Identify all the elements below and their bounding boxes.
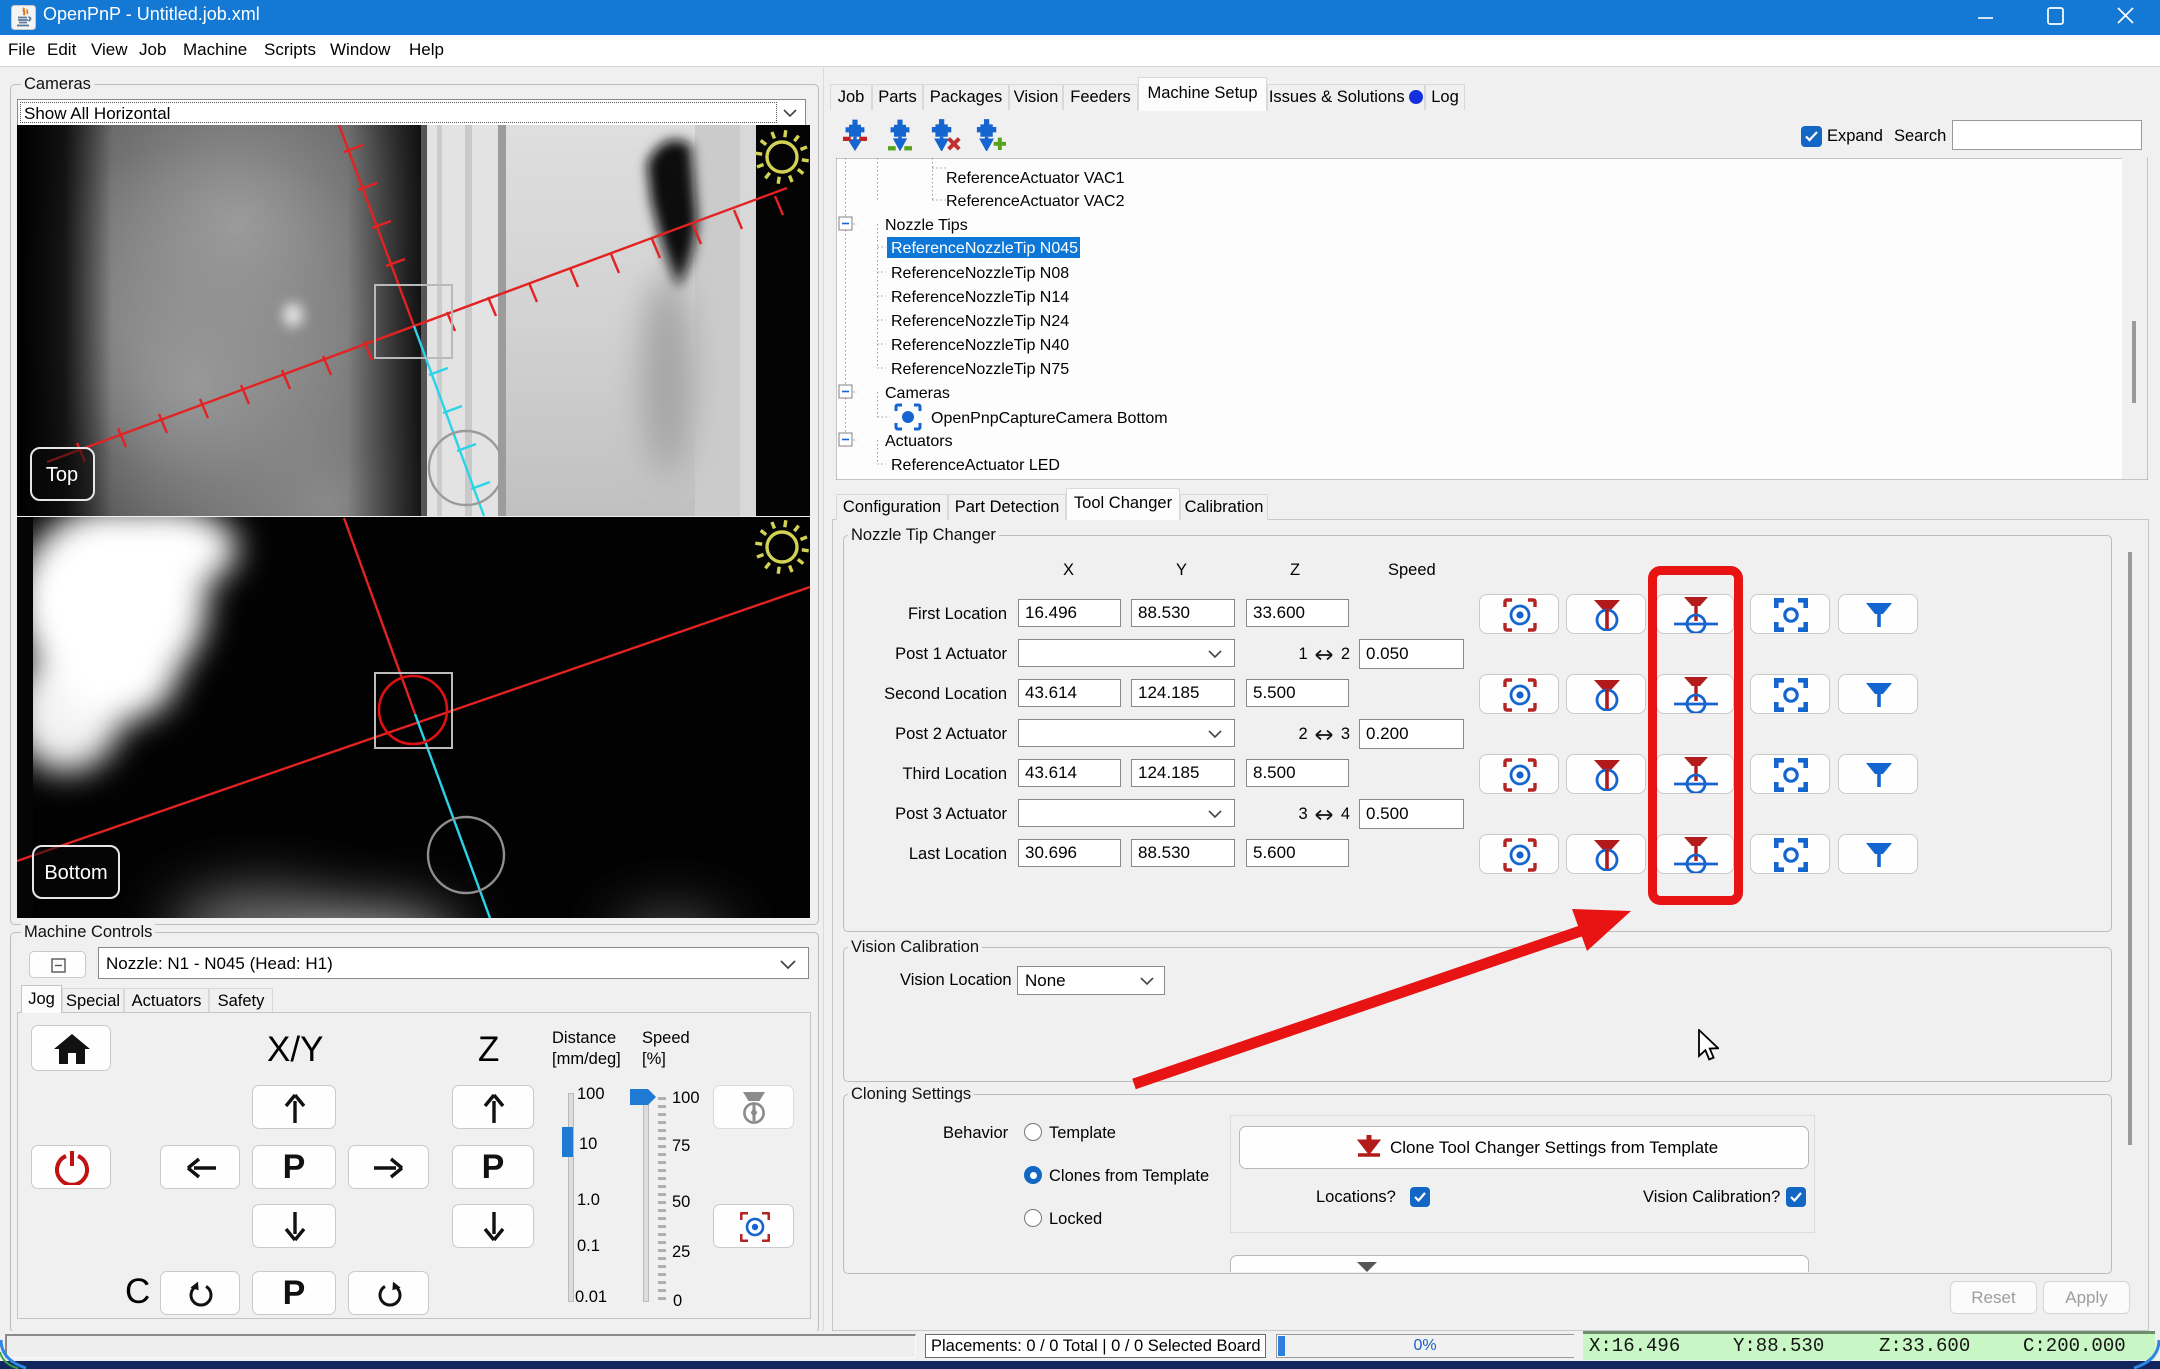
svg-text:Top: Top (46, 464, 78, 486)
svg-text:Actuators: Actuators (885, 433, 953, 450)
svg-text:Cameras: Cameras (885, 385, 950, 402)
svg-text:ReferenceNozzleTip N045: ReferenceNozzleTip N045 (891, 240, 1078, 257)
svg-text:ReferenceNozzleTip N40: ReferenceNozzleTip N40 (891, 337, 1069, 354)
svg-text:ReferenceActuator LED: ReferenceActuator LED (891, 457, 1060, 474)
svg-text:ReferenceActuator VAC2: ReferenceActuator VAC2 (946, 193, 1125, 210)
svg-text:ReferenceActuator VAC1: ReferenceActuator VAC1 (946, 170, 1125, 187)
svg-text:Bottom: Bottom (44, 862, 107, 884)
svg-text:Nozzle Tips: Nozzle Tips (885, 217, 968, 234)
svg-text:ReferenceNozzleTip N08: ReferenceNozzleTip N08 (891, 265, 1069, 282)
svg-text:ReferenceNozzleTip N24: ReferenceNozzleTip N24 (891, 313, 1069, 330)
svg-text:ReferenceNozzleTip N75: ReferenceNozzleTip N75 (891, 361, 1069, 378)
svg-text:ReferenceNozzleTip N14: ReferenceNozzleTip N14 (891, 289, 1069, 306)
svg-text:OpenPnpCaptureCamera Bottom: OpenPnpCaptureCamera Bottom (931, 410, 1168, 427)
